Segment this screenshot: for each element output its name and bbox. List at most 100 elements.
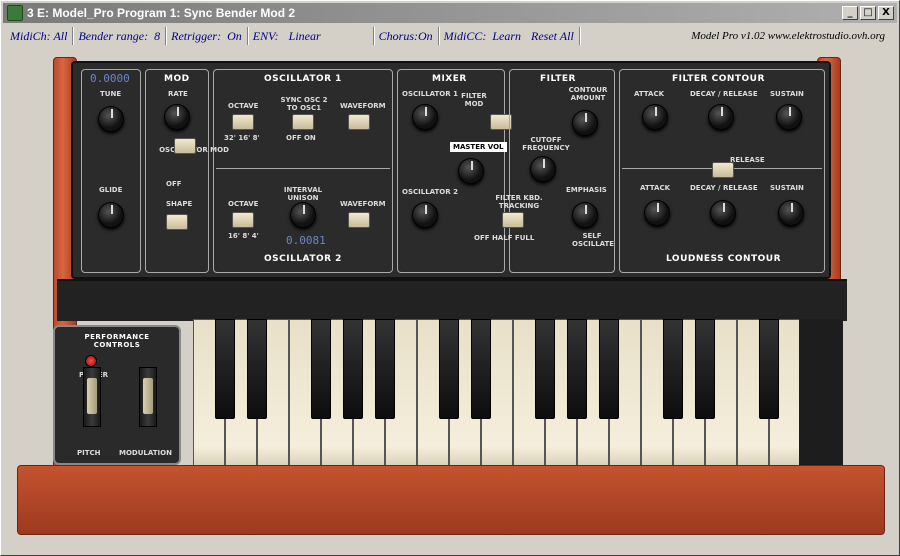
filter-heading: FILTER	[540, 74, 576, 84]
wood-base	[17, 465, 885, 535]
osc1-octave-switch[interactable]	[232, 114, 254, 130]
interval-label: INTERVAL UNISON	[283, 186, 323, 202]
cutoff-knob[interactable]	[530, 156, 556, 182]
filter-decay-label: DECAY / RELEASE	[690, 90, 758, 98]
glide-knob[interactable]	[98, 202, 124, 228]
pitch-wheel[interactable]	[83, 367, 101, 427]
loud-decay-label: DECAY / RELEASE	[690, 184, 758, 192]
mixer-heading: MIXER	[432, 74, 467, 84]
glide-label: GLIDE	[99, 186, 123, 194]
midi-cc-learn-button[interactable]: MidiCC: Learn	[439, 27, 526, 45]
interval-knob[interactable]	[290, 202, 316, 228]
filter-attack-knob[interactable]	[642, 104, 668, 130]
modulation-label: MODULATION	[119, 449, 172, 457]
version-info: Model Pro v1.02 www.elektrostudio.ovh.or…	[691, 30, 885, 42]
window-title: 3 E: Model_Pro Program 1: Sync Bender Mo…	[27, 6, 296, 20]
bender-range-setting[interactable]: Bender range: 8	[73, 27, 167, 45]
power-led[interactable]	[85, 355, 97, 367]
loud-sustain-knob[interactable]	[778, 200, 804, 226]
black-key[interactable]	[439, 319, 459, 419]
loudness-contour-heading: LOUDNESS CONTOUR	[666, 254, 782, 264]
black-key[interactable]	[567, 319, 587, 419]
filter-attack-label: ATTACK	[634, 90, 665, 98]
rate-label: RATE	[168, 90, 188, 98]
mixer-osc1-label: OSCILLATOR 1	[402, 90, 458, 98]
tune-knob[interactable]	[98, 106, 124, 132]
env-label: ENV:	[252, 28, 279, 43]
filter-decay-knob[interactable]	[708, 104, 734, 130]
contour-section: FILTER CONTOUR ATTACK DECAY / RELEASE SU…	[619, 69, 825, 273]
loud-attack-label: ATTACK	[640, 184, 671, 192]
mixer-osc1-knob[interactable]	[412, 104, 438, 130]
osc2-octave-label: OCTAVE	[228, 200, 259, 208]
loud-attack-knob[interactable]	[644, 200, 670, 226]
osc2-octave-values: 16' 8' 4'	[228, 232, 259, 240]
black-key[interactable]	[375, 319, 395, 419]
master-vol-knob[interactable]	[458, 158, 484, 184]
black-key[interactable]	[247, 319, 267, 419]
osc1-waveform-label: WAVEFORM	[340, 102, 386, 110]
self-oscillate-label: SELF OSCILLATE	[572, 232, 615, 248]
maximize-button[interactable]: □	[860, 6, 876, 20]
shape-label: SHAPE	[166, 200, 193, 208]
app-icon	[7, 5, 23, 21]
black-key[interactable]	[599, 319, 619, 419]
black-key[interactable]	[759, 319, 779, 419]
black-key[interactable]	[663, 319, 683, 419]
mixer-osc2-knob[interactable]	[412, 202, 438, 228]
pitch-label: PITCH	[77, 449, 101, 457]
control-panel: 0.0000 TUNE GLIDE MOD RATE SHAPE OFF OSC…	[71, 61, 831, 279]
oscillator2-heading: OSCILLATOR 2	[264, 254, 342, 264]
loud-decay-knob[interactable]	[710, 200, 736, 226]
contour-amount-knob[interactable]	[572, 110, 598, 136]
reset-all-button[interactable]: Reset All	[526, 27, 580, 45]
black-key[interactable]	[471, 319, 491, 419]
tune-glide-section: 0.0000 TUNE GLIDE	[81, 69, 141, 273]
filter-contour-heading: FILTER CONTOUR	[672, 74, 765, 84]
close-button[interactable]: X	[878, 6, 894, 20]
cutoff-label: CUTOFF FREQUENCY	[522, 136, 570, 152]
filter-mod-label: FILTER MOD	[461, 92, 487, 108]
settings-bar: MidiCh: All Bender range: 8 Retrigger: O…	[5, 26, 895, 46]
mixer-osc2-label: OSCILLATOR 2	[402, 188, 458, 196]
filter-section: FILTER CONTOUR AMOUNT CUTOFF FREQUENCY F…	[474, 69, 615, 273]
chorus-setting[interactable]: Chorus:On	[374, 27, 439, 45]
black-key[interactable]	[215, 319, 235, 419]
osc-mod-switch[interactable]	[174, 138, 196, 154]
mod-heading: MOD	[164, 74, 190, 84]
retrigger-setting[interactable]: Retrigger: On	[166, 27, 248, 45]
oscillator-section: OSCILLATOR 1 OCTAVE 32' 16' 8' SYNC OSC …	[159, 69, 393, 273]
osc2-octave-switch[interactable]	[232, 212, 254, 228]
loud-sustain-label: SUSTAIN	[770, 184, 804, 192]
osc1-octave-label: OCTAVE	[228, 102, 259, 110]
shape-switch[interactable]	[166, 214, 188, 230]
keyboard-end-block	[799, 319, 843, 479]
contour-amount-label: CONTOUR AMOUNT	[568, 86, 608, 102]
interval-readout: 0.0081	[286, 234, 326, 247]
release-label: RELEASE	[730, 156, 765, 164]
black-key[interactable]	[311, 319, 331, 419]
oscillator1-heading: OSCILLATOR 1	[264, 74, 342, 84]
osc1-waveform-switch[interactable]	[348, 114, 370, 130]
black-key[interactable]	[343, 319, 363, 419]
filter-sustain-knob[interactable]	[776, 104, 802, 130]
title-bar: 3 E: Model_Pro Program 1: Sync Bender Mo…	[3, 3, 897, 23]
synth-window: 3 E: Model_Pro Program 1: Sync Bender Mo…	[0, 0, 900, 556]
black-key[interactable]	[535, 319, 555, 419]
master-vol-label: MASTER VOL	[450, 142, 507, 152]
release-switch[interactable]	[712, 162, 734, 178]
minimize-button[interactable]: _	[842, 6, 858, 20]
kbd-tracking-values: OFF HALF FULL	[474, 234, 535, 242]
sync-switch[interactable]	[292, 114, 314, 130]
modulation-wheel[interactable]	[139, 367, 157, 427]
env-mode-setting[interactable]: Linear	[284, 27, 374, 45]
osc2-waveform-switch[interactable]	[348, 212, 370, 228]
tune-readout: 0.0000	[90, 72, 130, 85]
midi-channel-setting[interactable]: MidiCh: All	[5, 27, 74, 45]
kbd-tracking-switch[interactable]	[502, 212, 524, 228]
emphasis-knob[interactable]	[572, 202, 598, 228]
mixer-section: MIXER OSCILLATOR 1 FILTER MOD MASTER VOL…	[397, 69, 512, 273]
sync-values: OFF ON	[286, 134, 316, 142]
rate-knob[interactable]	[164, 104, 190, 130]
black-key[interactable]	[695, 319, 715, 419]
